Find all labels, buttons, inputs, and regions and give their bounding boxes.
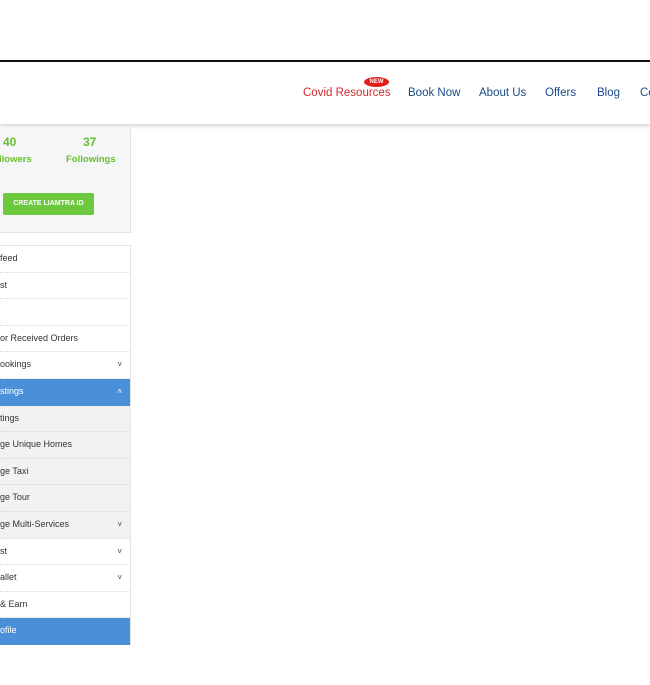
nav-about-us[interactable]: About Us [479,87,526,99]
followers-label[interactable]: llowers [0,154,32,165]
main-nav: Covid Resources Book Now About Us Offers… [0,62,650,124]
sidebar-menu: feed st or Received Orders ookings ˅ stin… [0,245,131,645]
menu-item-refer-earn[interactable]: & Earn [0,591,130,619]
chevron-down-icon: ˅ [117,360,122,370]
new-badge: NEW [364,77,389,87]
nav-contact[interactable]: Co [640,87,650,99]
menu-item-label: ge Taxi [0,465,29,476]
menu-item-label: tings [0,412,20,423]
menu-item-received-orders[interactable]: or Received Orders [0,325,130,353]
followers-count: 40 [3,135,17,149]
menu-item-label: feed [0,253,18,263]
profile-card: 40 llowers 37 Followings CREATE LIAMTRA … [0,127,131,233]
menu-item-bookings[interactable]: ookings ˅ [0,352,130,379]
menu-item-wallet[interactable]: allet ˅ [0,565,130,592]
menu-item-label: stings [0,385,24,396]
menu-item-label: or Received Orders [0,332,79,343]
chevron-down-icon: ˅ [117,546,122,556]
submenu-item-listings[interactable]: tings [0,405,130,433]
site-header: Covid Resources Book Now About Us Offers… [0,62,650,124]
menu-item-feed[interactable]: feed [0,246,130,273]
menu-item-label: & Earn [0,598,28,609]
menu-item-blank[interactable] [0,299,130,326]
submenu-item-multi-services[interactable]: ge Multi-Services ˅ [0,511,130,539]
menu-item-listings[interactable]: stings ˄ [0,378,130,406]
menu-item-profile[interactable]: ofile [0,618,130,645]
chevron-up-icon: ˄ [117,386,122,396]
menu-item-label: st [0,545,8,556]
menu-item-label: ge Multi-Services [0,518,70,529]
menu-item-label: ge Unique Homes [0,439,73,450]
menu-item-label: ofile [0,625,17,636]
submenu-item-tour[interactable]: ge Tour [0,485,130,512]
submenu-item-taxi[interactable]: ge Taxi [0,458,130,486]
chevron-down-icon: ˅ [117,573,122,583]
menu-item-label: ge Tour [0,492,30,503]
menu-item-label: ookings [0,359,32,370]
nav-offers[interactable]: Offers [545,87,576,99]
submenu-item-unique-homes[interactable]: ge Unique Homes [0,432,130,459]
create-liamtra-id-button[interactable]: CREATE LIAMTRA ID [3,193,94,215]
menu-item-label: allet [0,572,17,583]
menu-item-list[interactable]: st ˅ [0,538,130,566]
nav-blog[interactable]: Blog [597,87,620,99]
followings-count: 37 [83,135,97,149]
menu-item-post[interactable]: st [0,272,130,300]
nav-covid-resources[interactable]: Covid Resources [303,87,391,99]
menu-item-label: st [0,279,8,290]
followings-label[interactable]: Followings [66,154,116,165]
chevron-down-icon: ˅ [117,519,122,529]
nav-book-now[interactable]: Book Now [408,87,460,99]
